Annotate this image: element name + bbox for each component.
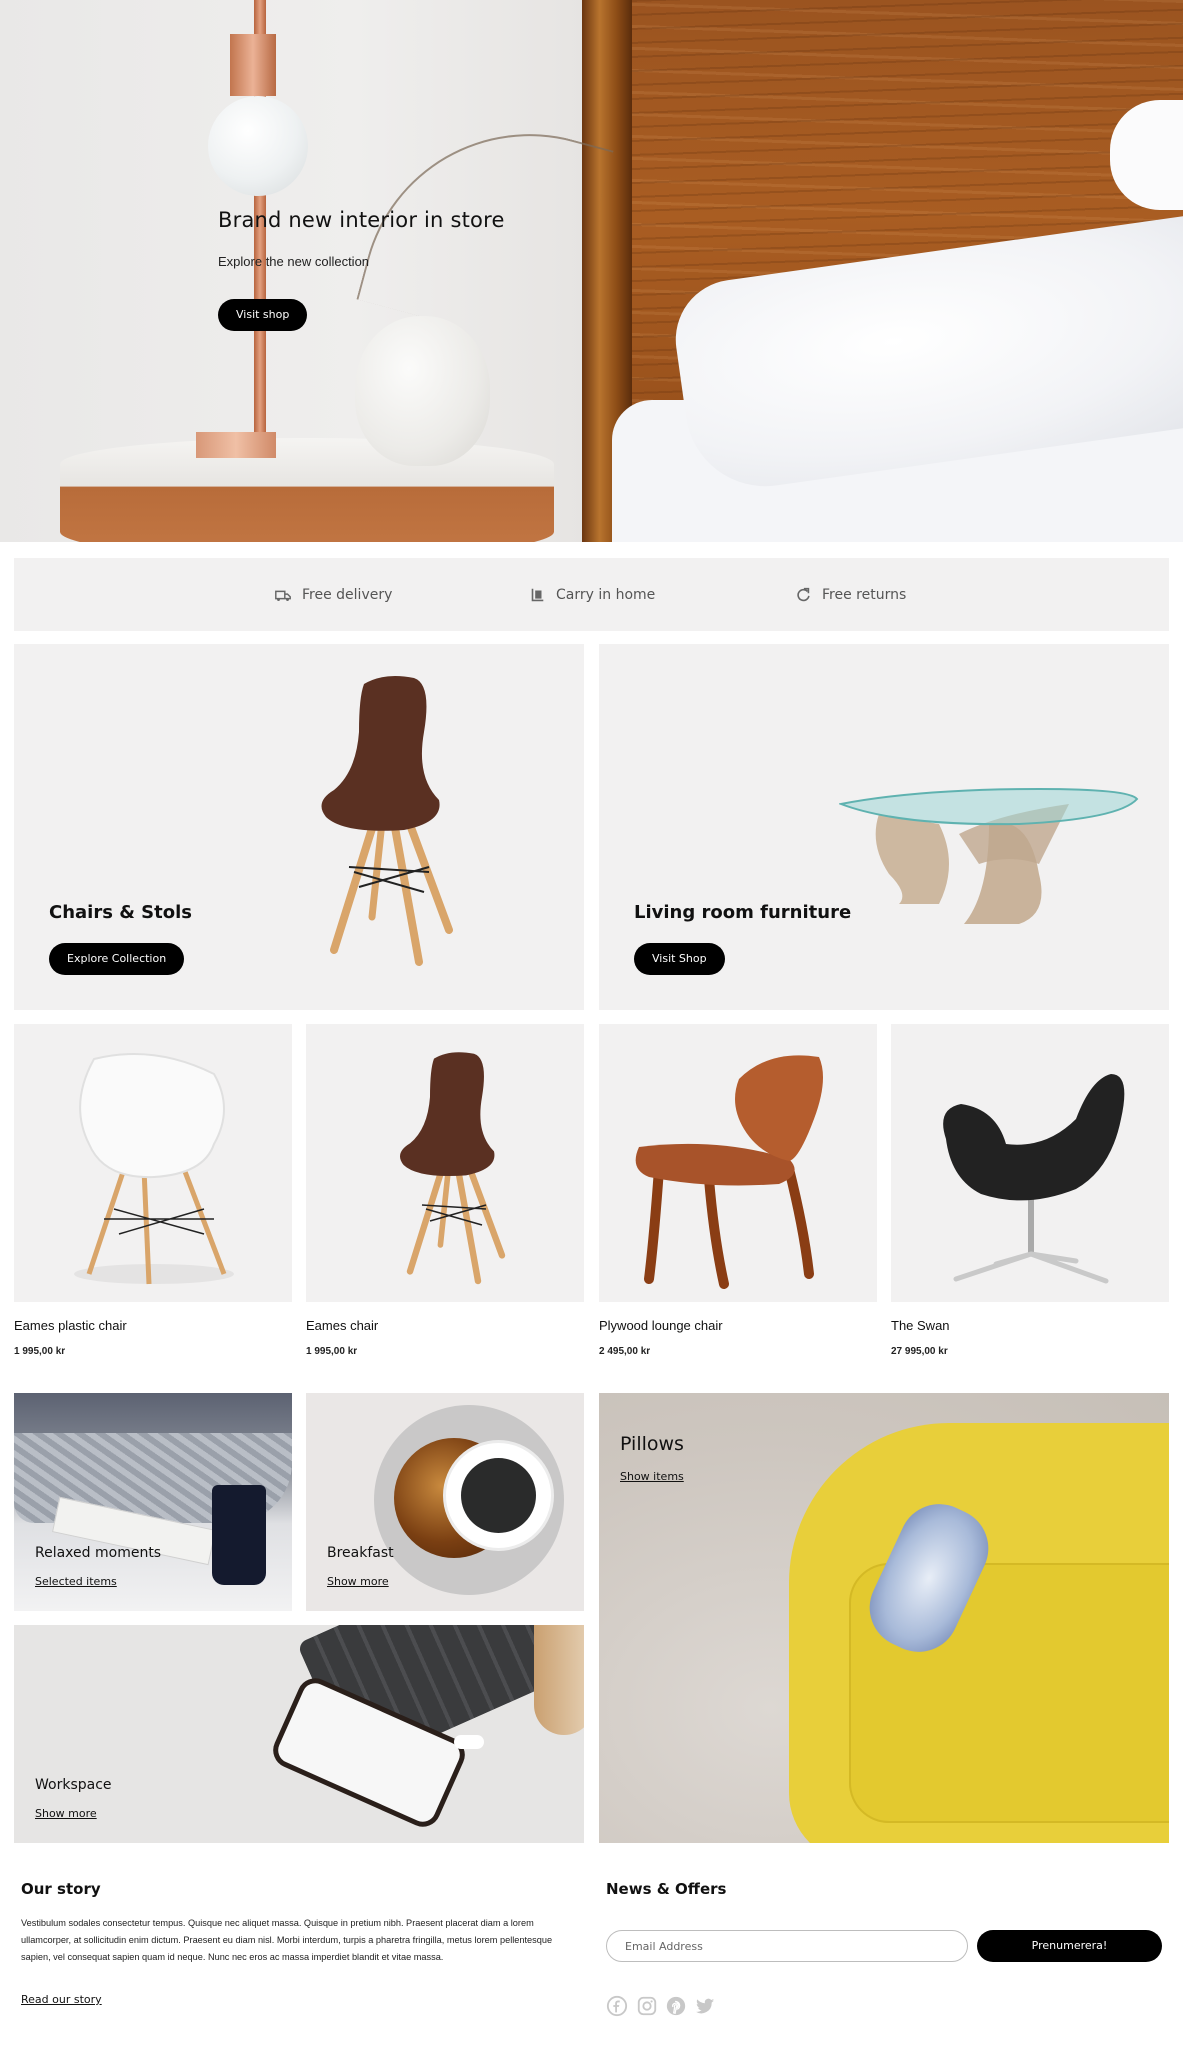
selected-items-link[interactable]: Selected items xyxy=(35,1575,117,1588)
tile-title: Workspace xyxy=(35,1777,112,1793)
product-price: 2 495,00 kr xyxy=(599,1346,651,1357)
product-price: 27 995,00 kr xyxy=(891,1346,948,1357)
hero-lamp-bulb xyxy=(208,96,308,196)
product-name[interactable]: Plywood lounge chair xyxy=(599,1318,877,1333)
tile-breakfast[interactable]: Breakfast Show more xyxy=(306,1393,584,1611)
feature-free-returns: Free returns xyxy=(794,558,906,631)
show-items-link[interactable]: Show items xyxy=(620,1470,684,1483)
product-card[interactable]: The Swan 27 995,00 kr xyxy=(891,1024,1169,1357)
facebook-icon[interactable] xyxy=(606,1995,628,2017)
cup-image xyxy=(534,1625,584,1735)
product-name[interactable]: Eames chair xyxy=(306,1318,584,1333)
product-image[interactable] xyxy=(891,1024,1169,1302)
features-bar: Free delivery Carry in home Free returns xyxy=(14,558,1169,631)
hero-nightstand xyxy=(60,438,554,542)
tile-pillows[interactable]: Pillows Show items xyxy=(599,1393,1169,1843)
product-image[interactable] xyxy=(599,1024,877,1302)
product-image[interactable] xyxy=(14,1024,292,1302)
read-our-story-link[interactable]: Read our story xyxy=(21,1993,102,2006)
tile-workspace[interactable]: Workspace Show more xyxy=(14,1625,584,1843)
tile-relaxed-moments[interactable]: Relaxed moments Selected items xyxy=(14,1393,292,1611)
explore-collection-button[interactable]: Explore Collection xyxy=(49,943,185,975)
product-price: 1 995,00 kr xyxy=(306,1346,358,1357)
feature-carry-in-home: Carry in home xyxy=(528,558,655,631)
product-price: 1 995,00 kr xyxy=(14,1346,66,1357)
truck-icon xyxy=(275,590,291,601)
feature-label: Carry in home xyxy=(556,586,656,603)
coffee-image xyxy=(461,1458,536,1533)
instagram-icon[interactable] xyxy=(636,1995,658,2017)
banner-title: Chairs & Stols xyxy=(49,902,192,923)
hero-content: Brand new interior in store Explore the … xyxy=(218,208,505,331)
our-story-heading: Our story xyxy=(21,1880,101,1898)
product-card[interactable]: Eames plastic chair 1 995,00 kr xyxy=(14,1024,292,1357)
story-text: Vestibulum sodales consectetur tempus. Q… xyxy=(21,1918,553,1962)
eames-chair-image xyxy=(400,1052,506,1285)
email-field[interactable] xyxy=(606,1930,968,1962)
banner-chairs[interactable]: Chairs & Stols Explore Collection xyxy=(14,644,584,1010)
coffee-table-image xyxy=(839,787,1139,924)
the-swan-chair-image xyxy=(943,1074,1125,1284)
dolly-icon xyxy=(531,588,544,601)
hero-vase xyxy=(355,316,490,466)
hero-banner: Brand new interior in store Explore the … xyxy=(0,0,1183,542)
earbuds-image xyxy=(454,1735,484,1749)
feature-label: Free returns xyxy=(822,586,907,603)
tile-title: Pillows xyxy=(620,1433,684,1455)
visit-shop-button[interactable]: Visit shop xyxy=(218,299,308,331)
product-name[interactable]: Eames plastic chair xyxy=(14,1318,292,1333)
product-name[interactable]: The Swan xyxy=(891,1318,1169,1333)
pinterest-icon[interactable] xyxy=(665,1995,687,2017)
eames-plastic-chair-image xyxy=(74,1053,234,1285)
mug-image xyxy=(212,1485,266,1585)
product-image[interactable] xyxy=(306,1024,584,1302)
banner-living-room[interactable]: Living room furniture Visit Shop xyxy=(599,644,1169,1010)
news-offers-heading: News & Offers xyxy=(606,1880,727,1898)
hero-title: Brand new interior in store xyxy=(218,208,505,232)
feature-label: Free delivery xyxy=(302,586,393,603)
tile-title: Breakfast xyxy=(327,1545,394,1561)
banner-title: Living room furniture xyxy=(634,902,852,923)
chair-image xyxy=(321,676,453,966)
twitter-icon[interactable] xyxy=(694,1995,716,2017)
visit-shop-button[interactable]: Visit Shop xyxy=(634,943,725,975)
hero-lamp-socket xyxy=(230,34,276,96)
refresh-icon xyxy=(797,587,810,601)
show-more-link[interactable]: Show more xyxy=(327,1575,389,1588)
feature-free-delivery: Free delivery xyxy=(274,558,392,631)
hero-subtitle: Explore the new collection xyxy=(218,254,370,269)
show-more-link[interactable]: Show more xyxy=(35,1807,97,1820)
product-card[interactable]: Eames chair 1 995,00 kr xyxy=(306,1024,584,1357)
subscribe-button[interactable]: Prenumerera! xyxy=(977,1930,1162,1962)
plywood-lounge-chair-image xyxy=(635,1055,823,1289)
tile-title: Relaxed moments xyxy=(35,1545,162,1561)
hero-lamp-base xyxy=(196,432,276,458)
product-card[interactable]: Plywood lounge chair 2 495,00 kr xyxy=(599,1024,877,1357)
